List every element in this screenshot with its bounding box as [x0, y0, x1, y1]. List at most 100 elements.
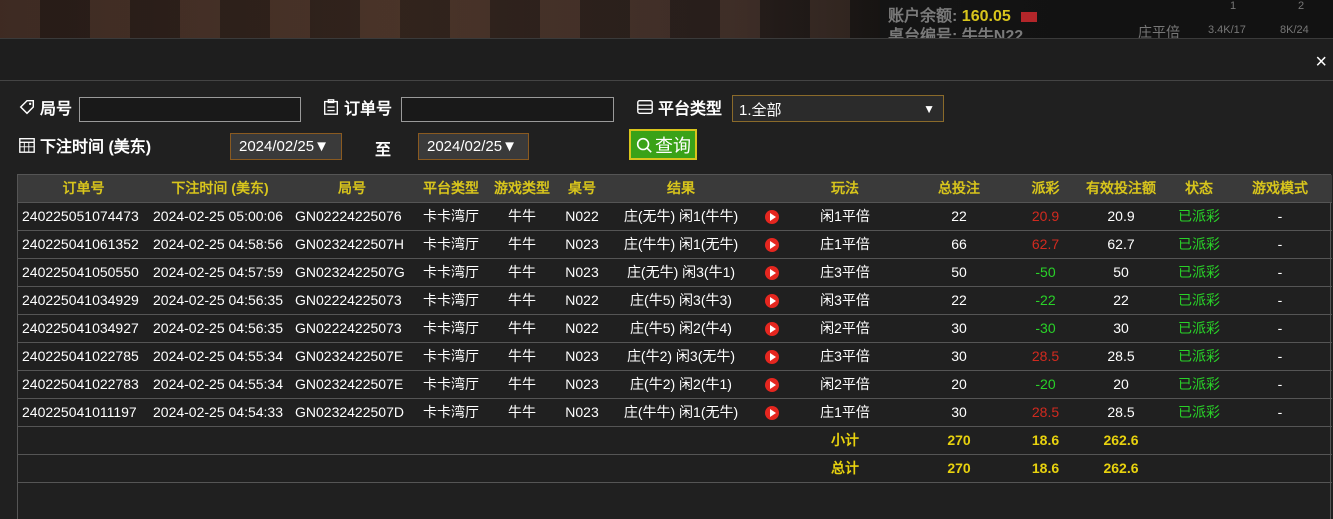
date-from-select[interactable]: 2024/02/25▼ [230, 133, 342, 160]
play-icon[interactable] [765, 350, 779, 365]
play-icon[interactable] [765, 378, 779, 393]
cell-payout: -20 [1019, 370, 1072, 399]
cell-time: 2024-02-25 04:57:59 [149, 258, 291, 287]
cell-game: 牛牛 [489, 258, 555, 287]
cell-game: 牛牛 [489, 314, 555, 343]
grandtotal-empty-cell [609, 454, 753, 483]
grandtotal-empty-cell [489, 454, 555, 483]
cell-result: 庄(牛2) 闲3(无牛) [609, 342, 753, 371]
cell-result: 庄(无牛) 闲1(牛牛) [609, 202, 753, 231]
subtotal-empty-cell [1170, 426, 1228, 455]
col-platform: 平台类型 [413, 175, 489, 203]
cell-result: 庄(牛牛) 闲1(无牛) [609, 398, 753, 427]
cell-mode: - [1228, 398, 1332, 427]
replay-cell [753, 258, 791, 287]
cell-status: 已派彩 [1170, 370, 1228, 399]
subtotal-empty-cell [291, 426, 413, 455]
table-row: 240225041061352 2024-02-25 04:58:56 GN0232… [18, 230, 1332, 259]
cell-table: N023 [555, 230, 609, 259]
replay-cell [753, 342, 791, 371]
mini-val-2: 8K/24 [1280, 24, 1309, 36]
cell-result: 庄(牛2) 闲2(牛1) [609, 370, 753, 399]
mini-col-2: 2 [1298, 0, 1305, 12]
cell-platform: 卡卡湾厅 [413, 286, 489, 315]
replay-cell [753, 370, 791, 399]
subtotal-empty-cell [18, 426, 149, 455]
date-to-select[interactable]: 2024/02/25▼ [418, 133, 529, 160]
mini-stats-panel: 1 2 庄平倍 3.4K/17 8K/24 [1130, 0, 1333, 38]
subtotal-empty-cell [609, 426, 753, 455]
mini-col-1: 1 [1230, 0, 1237, 12]
cell-order: 240225051074473 [18, 202, 149, 231]
cell-bet: 庄3平倍 [791, 258, 899, 287]
background-image [0, 0, 880, 38]
table-label: 桌台编号: [888, 28, 958, 38]
cell-valid: 30 [1072, 314, 1170, 343]
cell-order: 240225041034927 [18, 314, 149, 343]
cell-platform: 卡卡湾厅 [413, 258, 489, 287]
grandtotal-empty-cell [1228, 454, 1332, 483]
close-icon[interactable]: × [1315, 51, 1327, 74]
table-row: 240225041050550 2024-02-25 04:57:59 GN0232… [18, 258, 1332, 287]
subtotal-label: 小计 [791, 426, 899, 455]
replay-cell [753, 286, 791, 315]
col-order: 订单号 [18, 175, 149, 203]
cell-game: 牛牛 [489, 370, 555, 399]
cell-status: 已派彩 [1170, 342, 1228, 371]
cell-bet: 庄1平倍 [791, 398, 899, 427]
cell-payout: 28.5 [1019, 342, 1072, 371]
play-icon[interactable] [765, 322, 779, 337]
play-icon[interactable] [765, 406, 779, 421]
replay-cell [753, 202, 791, 231]
platform-filter-label: 平台类型 [636, 95, 722, 119]
table-row: 240225041034927 2024-02-25 04:56:35 GN0222… [18, 314, 1332, 343]
table-value: 牛牛N22 [961, 28, 1024, 38]
col-table: 桌号 [555, 175, 609, 203]
grandtotal-empty-cell [753, 454, 791, 483]
query-button[interactable]: 查询 [629, 129, 697, 160]
subtotal-empty-cell [555, 426, 609, 455]
to-label: 至 [375, 142, 392, 159]
cell-valid: 20.9 [1072, 202, 1170, 231]
play-icon[interactable] [765, 266, 779, 281]
cell-game: 牛牛 [489, 286, 555, 315]
cell-bet: 闲3平倍 [791, 286, 899, 315]
grandtotal-empty-cell [1170, 454, 1228, 483]
cell-round: GN0232422507H [291, 230, 413, 259]
col-time: 下注时间 (美东) [149, 175, 291, 203]
time-filter-label: 下注时间 (美东) [18, 133, 151, 157]
table-row: 240225051074473 2024-02-25 05:00:06 GN0222… [18, 202, 1332, 231]
cell-payout: -50 [1019, 258, 1072, 287]
order-input[interactable] [401, 97, 614, 122]
grandtotal-total: 270 [899, 454, 1019, 483]
cell-round: GN02224225076 [291, 202, 413, 231]
round-input[interactable] [79, 97, 301, 122]
cell-round: GN02224225073 [291, 286, 413, 315]
col-bet: 玩法 [791, 175, 899, 203]
cell-order: 240225041034929 [18, 286, 149, 315]
cell-total: 50 [899, 258, 1019, 287]
cell-valid: 28.5 [1072, 342, 1170, 371]
cell-status: 已派彩 [1170, 230, 1228, 259]
grandtotal-empty-cell [413, 454, 489, 483]
cell-bet: 庄1平倍 [791, 230, 899, 259]
cell-total: 30 [899, 314, 1019, 343]
cell-time: 2024-02-25 04:55:34 [149, 342, 291, 371]
cell-table: N023 [555, 342, 609, 371]
platform-selected: 1.全部 [739, 102, 782, 119]
play-icon[interactable] [765, 238, 779, 253]
cell-game: 牛牛 [489, 398, 555, 427]
cell-mode: - [1228, 342, 1332, 371]
cell-game: 牛牛 [489, 230, 555, 259]
play-icon[interactable] [765, 294, 779, 309]
col-status: 状态 [1170, 175, 1228, 203]
platform-select[interactable]: 1.全部 ▼ [732, 95, 944, 122]
cell-valid: 20 [1072, 370, 1170, 399]
col-round: 局号 [291, 175, 413, 203]
grandtotal-empty-cell [149, 454, 291, 483]
replay-cell [753, 314, 791, 343]
cell-valid: 28.5 [1072, 398, 1170, 427]
cell-round: GN0232422507E [291, 342, 413, 371]
bet-history-modal: × 局号 订单号 平台类型 1.全部 ▼ 下注时间 (美东) 2024/02/2… [0, 38, 1333, 519]
play-icon[interactable] [765, 210, 779, 225]
